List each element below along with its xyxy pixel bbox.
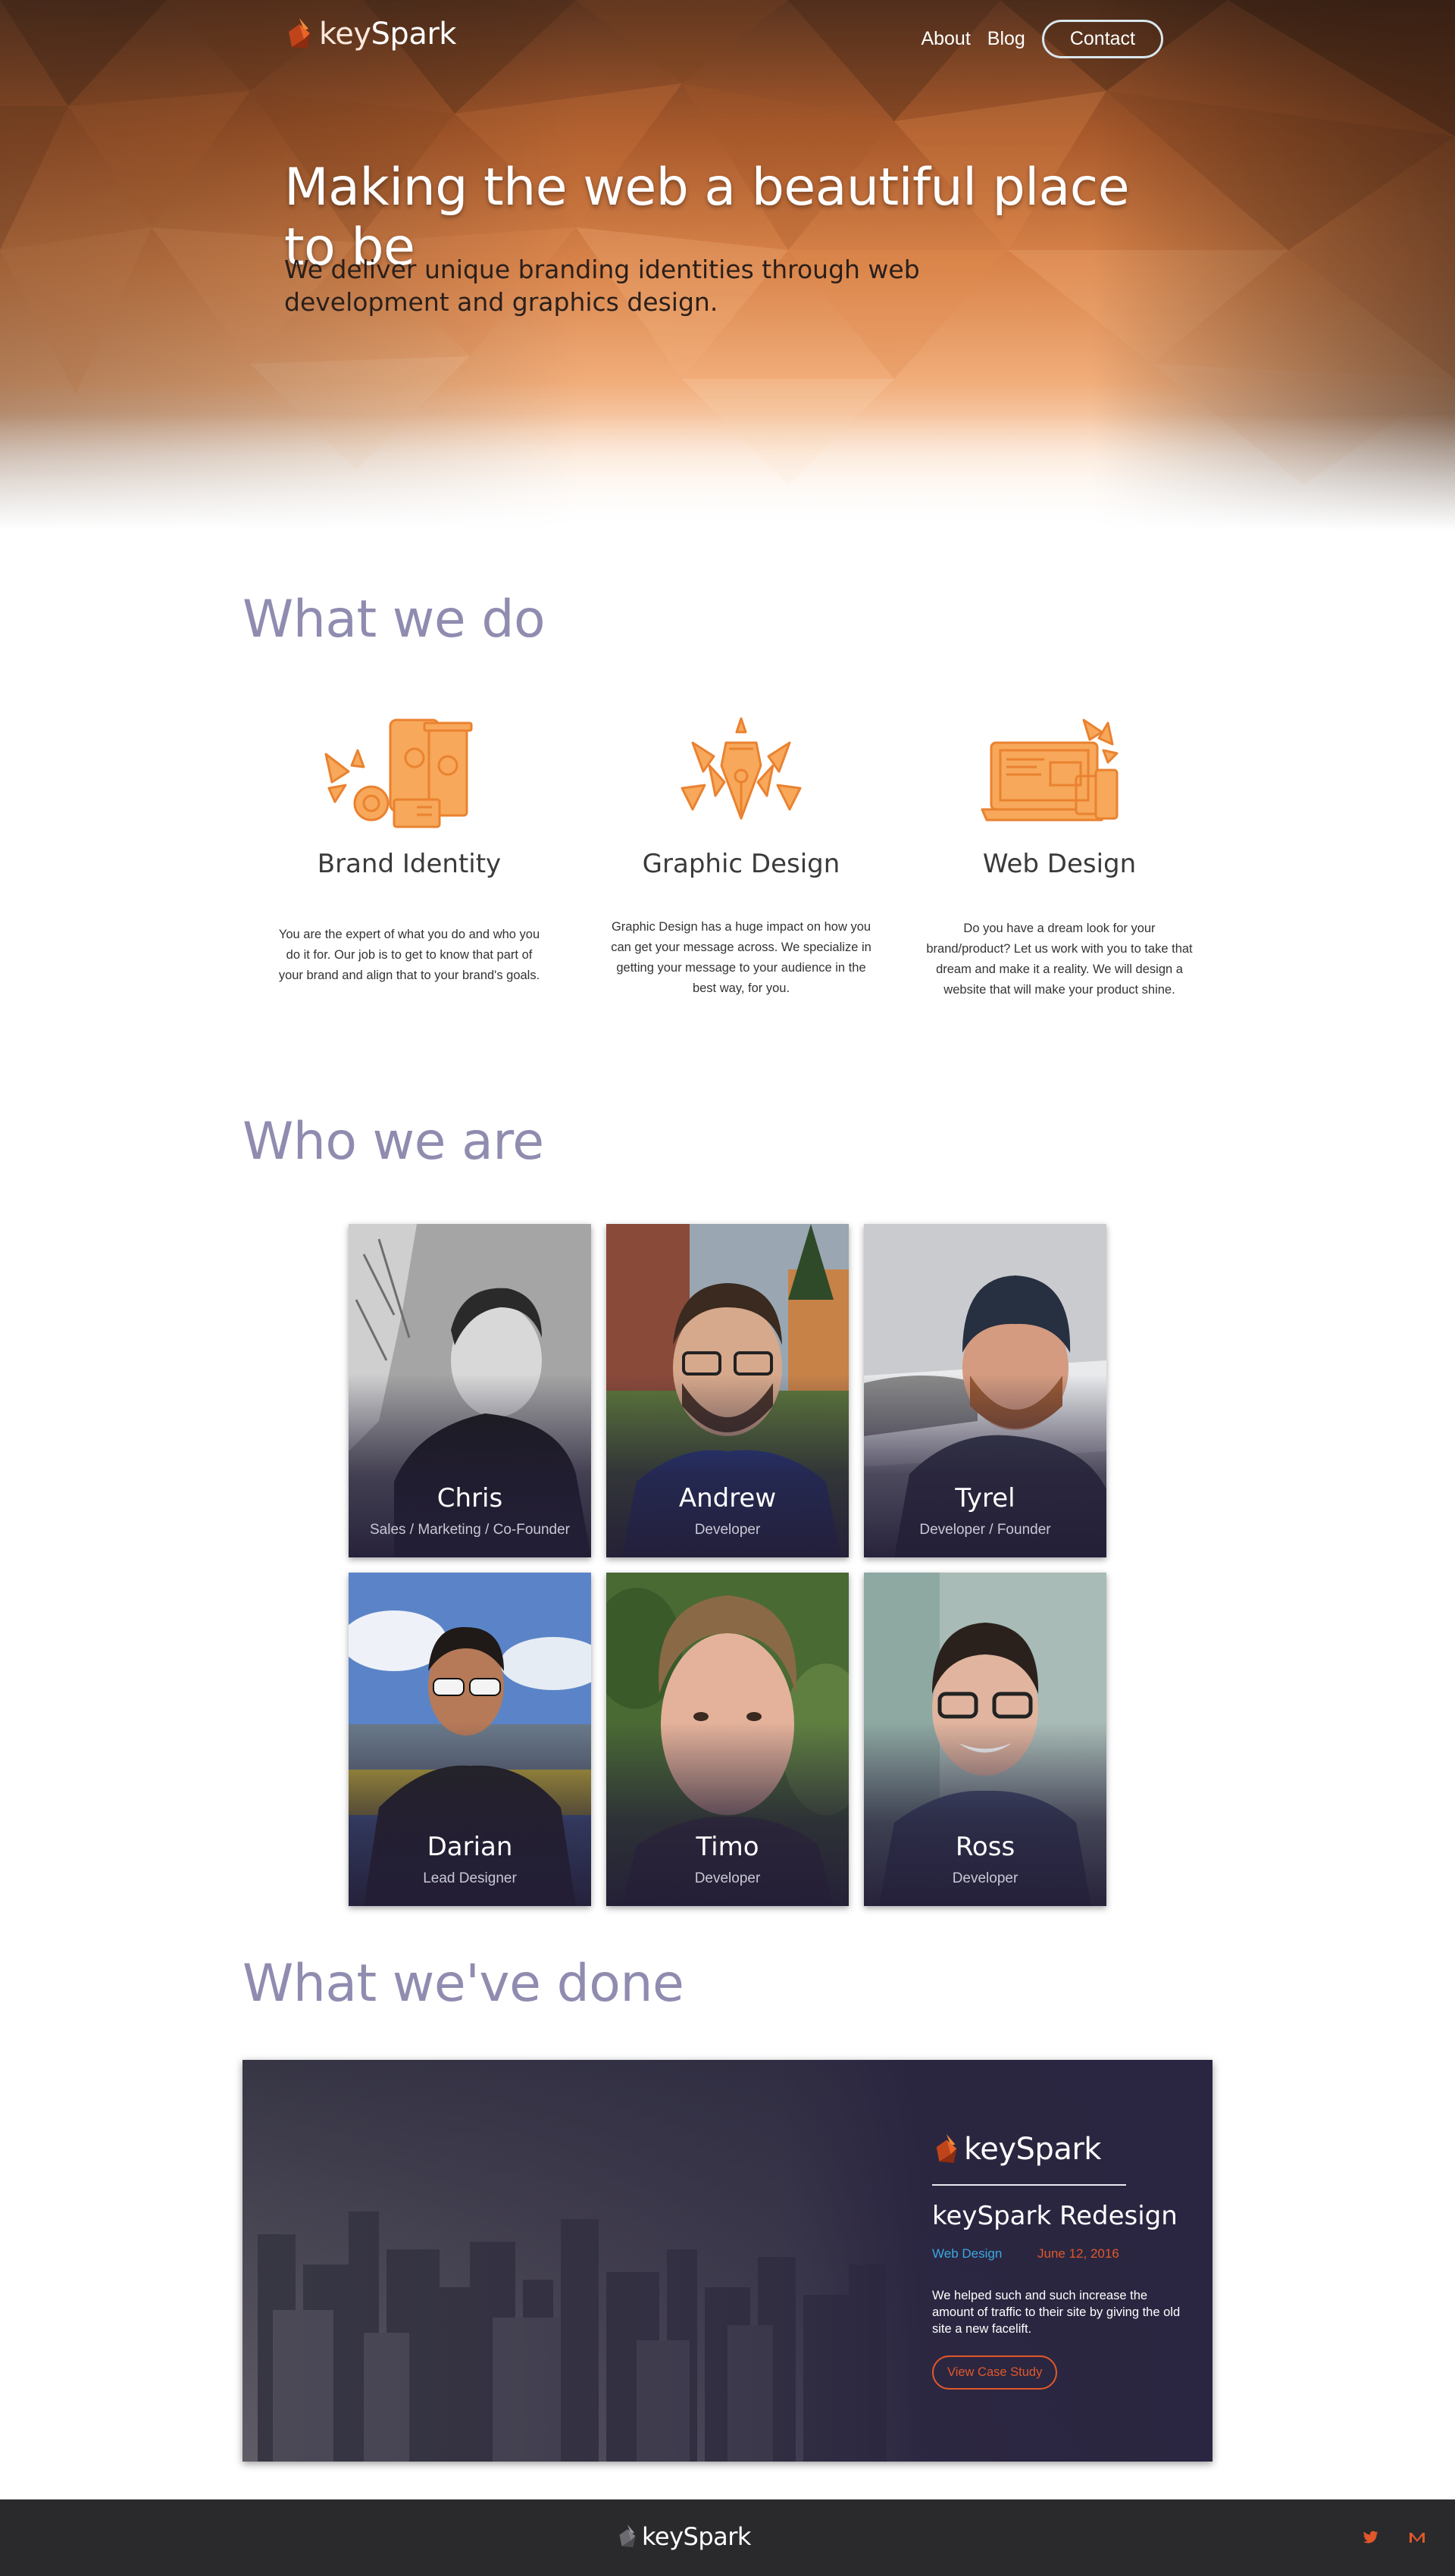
team-member-name: Ross bbox=[955, 1832, 1015, 1862]
hero-section: keySpark About Blog Contact Making the w… bbox=[0, 0, 1455, 531]
project-description: We helped such and such increase the amo… bbox=[932, 2289, 1181, 2336]
nav-link-blog[interactable]: Blog bbox=[987, 28, 1025, 50]
project-category-link[interactable]: Web Design bbox=[932, 2246, 1002, 2261]
service-description: Do you have a dream look for your brand/… bbox=[926, 922, 1193, 997]
team-member-name: Timo bbox=[696, 1832, 759, 1862]
service-name: Brand Identity bbox=[317, 849, 502, 879]
pen-nib-icon bbox=[681, 717, 802, 820]
team-member-role: Sales / Marketing / Co-Founder bbox=[369, 1522, 570, 1538]
project-divider bbox=[932, 2184, 1126, 2186]
team-member-role: Developer bbox=[694, 1870, 761, 1886]
service-name: Web Design bbox=[982, 849, 1137, 879]
team-member-name: Chris bbox=[436, 1483, 503, 1513]
social-links bbox=[1361, 2528, 1426, 2546]
team-card-ross[interactable]: Ross Developer bbox=[864, 1573, 1106, 1906]
service-web-design: Web Design Do you have a dream look for … bbox=[915, 712, 1203, 1000]
spark-logo-icon bbox=[936, 2134, 957, 2164]
view-case-study-button[interactable]: View Case Study bbox=[932, 2355, 1058, 2390]
case-study-card: keySpark keySpark Redesign Web Design Ju… bbox=[242, 2060, 1212, 2462]
contact-button[interactable]: Contact bbox=[1041, 20, 1163, 58]
team-member-role: Developer bbox=[694, 1522, 761, 1538]
laptop-devices-icon bbox=[981, 718, 1119, 822]
team-heading: Who we are bbox=[242, 1112, 544, 1172]
logo-wordmark: keySpark bbox=[642, 2522, 751, 2551]
service-name: Graphic Design bbox=[642, 849, 840, 879]
footer-logo[interactable]: keySpark bbox=[616, 2522, 751, 2551]
spark-logo-icon bbox=[619, 2524, 636, 2548]
services-heading: What we do bbox=[242, 590, 546, 649]
team-card-timo[interactable]: Timo Developer bbox=[606, 1573, 849, 1906]
top-navbar: keySpark About Blog Contact bbox=[284, 17, 1163, 59]
project-logo: keySpark bbox=[932, 2132, 1101, 2167]
nav-link-about[interactable]: About bbox=[921, 28, 970, 50]
footer: keySpark bbox=[0, 2499, 1455, 2576]
spark-logo-icon bbox=[289, 18, 310, 49]
hero-subtitle: We deliver unique branding identities th… bbox=[284, 255, 920, 317]
team-member-role: Developer / Founder bbox=[919, 1522, 1051, 1538]
medium-icon[interactable] bbox=[1408, 2528, 1426, 2546]
service-brand-identity: Brand Identity You are the expert of wha… bbox=[265, 712, 553, 986]
project-date: June 12, 2016 bbox=[1037, 2246, 1119, 2261]
logo-wordmark: keySpark bbox=[964, 2132, 1101, 2167]
team-member-role: Lead Designer bbox=[423, 1870, 517, 1886]
team-card-chris[interactable]: Chris Sales / Marketing / Co-Founder bbox=[349, 1224, 591, 1557]
team-card-andrew[interactable]: Andrew Developer bbox=[606, 1224, 849, 1557]
service-graphic-design: Graphic Design Graphic Design has a huge… bbox=[597, 712, 885, 999]
team-member-name: Andrew bbox=[678, 1483, 777, 1513]
team-member-name: Darian bbox=[427, 1832, 513, 1862]
logo-wordmark: keySpark bbox=[319, 17, 456, 52]
work-heading: What we've done bbox=[242, 1954, 684, 2014]
service-description: You are the expert of what you do and wh… bbox=[278, 928, 540, 982]
brand-identity-icon bbox=[324, 718, 473, 828]
project-title: keySpark Redesign bbox=[932, 2201, 1178, 2231]
service-description: Graphic Design has a huge impact on how … bbox=[611, 920, 871, 995]
team-member-name: Tyrel bbox=[955, 1483, 1015, 1513]
nav-links: About Blog Contact bbox=[921, 20, 1163, 58]
team-card-tyrel[interactable]: Tyrel Developer / Founder bbox=[864, 1224, 1106, 1557]
team-member-role: Developer bbox=[952, 1870, 1018, 1886]
header-logo[interactable]: keySpark bbox=[284, 17, 456, 52]
twitter-icon[interactable] bbox=[1361, 2528, 1379, 2546]
team-card-darian[interactable]: Darian Lead Designer bbox=[349, 1573, 591, 1906]
